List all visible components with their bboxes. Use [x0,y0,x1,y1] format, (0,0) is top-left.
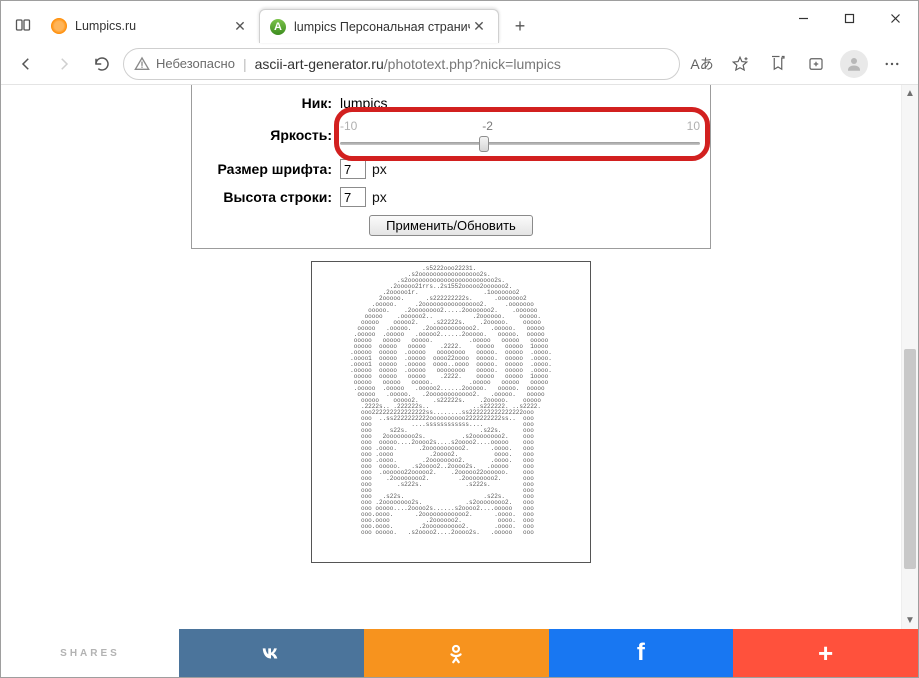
favicon-lumpics [51,18,67,34]
vk-icon [260,642,282,664]
share-bar: SHARES f + [1,629,918,677]
slider-line [340,142,700,145]
apply-row: Применить/Обновить [202,215,700,236]
minimize-button[interactable] [780,2,826,34]
new-tab-button[interactable]: + [505,11,535,41]
favorites-list-button[interactable] [760,47,796,81]
security-indicator[interactable]: Небезопасно [134,56,235,72]
apply-button[interactable]: Применить/Обновить [369,215,533,236]
close-icon[interactable]: ✕ [470,18,488,36]
url-text: ascii-art-generator.ru/phototext.php?nic… [255,56,561,72]
back-button[interactable] [9,47,43,81]
page-content: Ник: lumpics Яркость: -10 -2 10 [1,85,901,629]
insecure-label: Небезопасно [156,56,235,71]
ascii-art-output: .s5222ooo22231. .s2ooooooooooooooooo2s. … [311,261,591,563]
page-viewport: ▲ ▼ Ник: lumpics Яркость: -10 -2 10 [1,85,918,629]
maximize-button[interactable] [826,2,872,34]
tab-ascii-generator[interactable]: A lumpics Персональная странич ✕ [259,9,499,43]
row-nick: Ник: lumpics [202,95,700,111]
tab-label: lumpics Персональная странич [294,20,470,34]
fb-icon: f [637,639,645,667]
slider-min: -10 [340,119,357,133]
slider-scale: -10 -2 10 [340,119,700,133]
tab-lumpics[interactable]: Lumpics.ru ✕ [41,9,259,43]
scrollbar-thumb[interactable] [904,349,916,569]
ascii-art-text: .s5222ooo22231. .s2ooooooooooooooooo2s. … [350,266,552,562]
slider-track[interactable] [340,135,700,151]
close-icon[interactable]: ✕ [231,17,249,35]
brightness-slider[interactable]: -10 -2 10 [340,119,700,151]
px-suffix: px [372,189,387,205]
shares-label: SHARES [1,629,179,677]
fontsize-input[interactable] [340,159,366,179]
browser-toolbar: Небезопасно | ascii-art-generator.ru/pho… [1,43,918,85]
vertical-scrollbar[interactable]: ▲ ▼ [901,85,918,629]
settings-form: Ник: lumpics Яркость: -10 -2 10 [191,85,711,249]
ok-icon [445,642,467,664]
share-fb-button[interactable]: f [549,629,734,677]
address-bar[interactable]: Небезопасно | ascii-art-generator.ru/pho… [123,48,680,80]
tab-label: Lumpics.ru [75,19,231,33]
profile-button[interactable] [840,50,868,78]
row-fontsize: Размер шрифта: px [202,159,700,179]
refresh-button[interactable] [85,47,119,81]
favicon-ascii: A [270,19,286,35]
share-ok-button[interactable] [364,629,549,677]
slider-value: -2 [482,119,493,133]
tab-actions-button[interactable] [9,11,37,39]
share-more-button[interactable]: + [733,629,918,677]
nick-value: lumpics [340,95,387,111]
scroll-down-arrow[interactable]: ▼ [902,612,918,629]
scroll-up-arrow[interactable]: ▲ [902,85,918,102]
favorite-button[interactable] [722,47,758,81]
close-window-button[interactable] [872,2,918,34]
lineheight-label: Высота строки: [202,189,332,205]
forward-button[interactable] [47,47,81,81]
tabs-row: Lumpics.ru ✕ A lumpics Персональная стра… [1,1,780,43]
reader-mode-button[interactable]: Aあ [684,47,720,81]
menu-button[interactable] [874,47,910,81]
slider-max: 10 [687,119,700,133]
highlight-frame [334,107,710,161]
warning-icon [134,56,150,72]
window-controls [780,1,918,34]
fontsize-label: Размер шрифта: [202,161,332,177]
share-vk-button[interactable] [179,629,364,677]
plus-icon: + [818,638,833,669]
toolbar-right: Aあ [684,47,910,81]
brightness-label: Яркость: [202,127,332,143]
separator: | [243,56,247,72]
row-lineheight: Высота строки: px [202,187,700,207]
window-titlebar: Lumpics.ru ✕ A lumpics Персональная стра… [1,1,918,43]
collections-button[interactable] [798,47,834,81]
px-suffix: px [372,161,387,177]
slider-thumb[interactable] [479,136,489,152]
row-brightness: Яркость: -10 -2 10 [202,119,700,151]
nick-label: Ник: [202,95,332,111]
lineheight-input[interactable] [340,187,366,207]
